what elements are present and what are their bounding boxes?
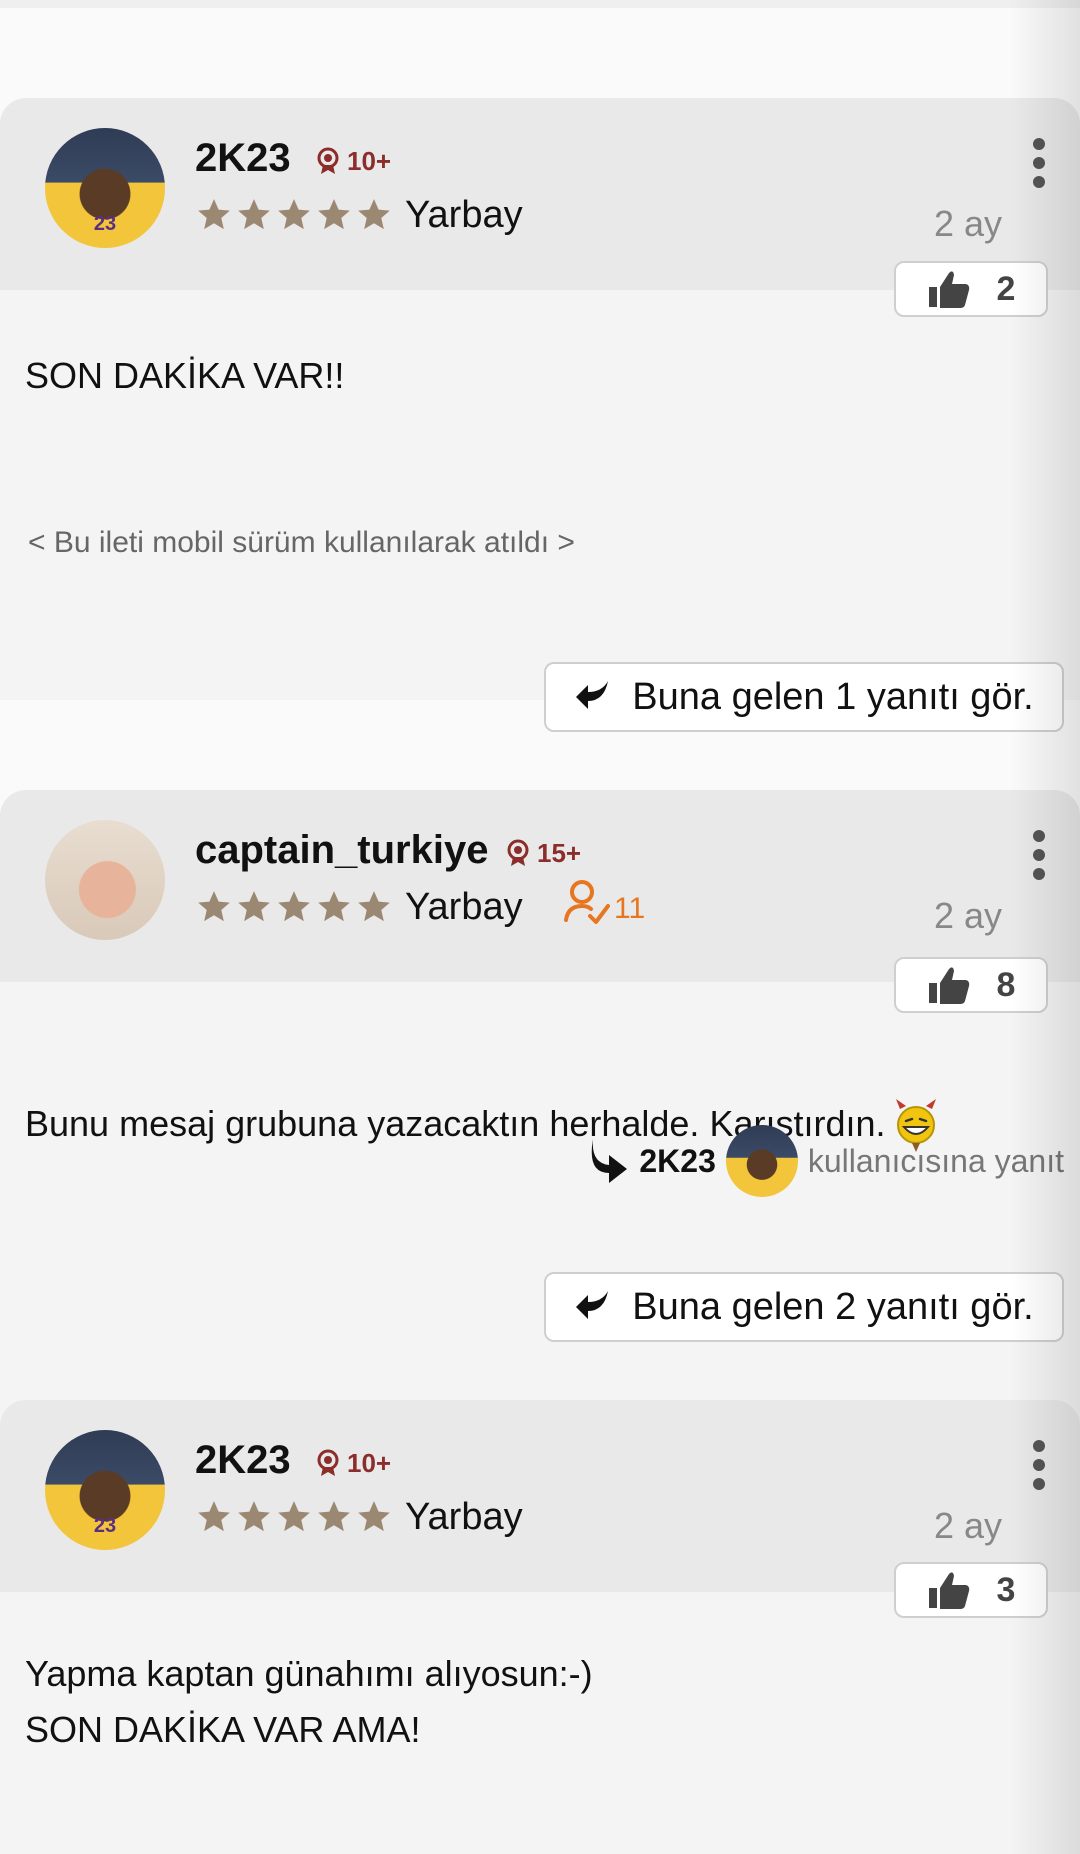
post-time: 2 ay xyxy=(933,1505,1002,1546)
post-message: Yapma kaptan günahımı alıyosun:-) SON DA… xyxy=(25,1653,593,1750)
star-icon xyxy=(358,1501,390,1532)
rank-stars xyxy=(195,888,393,926)
thumbs-up-icon xyxy=(928,967,969,1004)
like-button[interactable]: 3 xyxy=(894,1562,1048,1618)
star-icon xyxy=(238,1501,270,1532)
reply-arrow-icon xyxy=(576,1291,609,1319)
avatar-jersey-number: 23 xyxy=(93,1515,117,1537)
like-button[interactable]: 2 xyxy=(894,261,1048,317)
reply-to-indicator[interactable]: 2K23 kullanıcısına yanıt xyxy=(585,1125,1064,1197)
follower-count[interactable]: 11 xyxy=(562,878,645,926)
view-replies-button[interactable]: Buna gelen 2 yanıtı gör. xyxy=(544,1272,1064,1342)
username[interactable]: 2K23 xyxy=(195,136,291,181)
star-icon xyxy=(238,891,270,922)
post-card: 23 2K23 10+ Yarbay 2 ay 3 Yapma kaptan g… xyxy=(0,1400,1080,1854)
view-replies-button[interactable]: Buna gelen 1 yanıtı gör. xyxy=(544,662,1064,732)
rank-label: Yarbay xyxy=(405,194,523,236)
reply-to-username[interactable]: 2K23 xyxy=(639,1143,716,1180)
star-icon xyxy=(238,199,270,230)
avatar-jersey-number: 23 xyxy=(93,213,117,235)
star-icon xyxy=(278,891,310,922)
comments-page: 23 2K23 10+ Yarbay 2 ay 2 SON DAKİKA VAR… xyxy=(0,0,1080,1854)
star-icon xyxy=(318,199,350,230)
post-card: captain_turkiye 15+ Yarbay 11 2 ay 8 Bun… xyxy=(0,790,1080,1500)
username[interactable]: 2K23 xyxy=(195,1438,291,1483)
badge-text: 10+ xyxy=(347,145,392,176)
badge-count: 10+ xyxy=(315,146,391,176)
reply-arrow-icon xyxy=(576,681,609,709)
view-replies-label: Buna gelen 2 yanıtı gör. xyxy=(632,1285,1034,1328)
post-message: SON DAKİKA VAR!! xyxy=(25,355,345,396)
top-strip xyxy=(0,0,1080,8)
more-options-icon[interactable] xyxy=(1032,830,1046,880)
post-card: 23 2K23 10+ Yarbay 2 ay 2 SON DAKİKA VAR… xyxy=(0,98,1080,732)
more-options-icon[interactable] xyxy=(1032,138,1046,188)
star-icon xyxy=(278,199,310,230)
username[interactable]: captain_turkiye xyxy=(195,828,488,873)
award-icon xyxy=(317,147,339,174)
star-icon xyxy=(318,1501,350,1532)
star-icon xyxy=(198,1501,230,1532)
award-icon xyxy=(507,839,529,866)
star-icon xyxy=(278,1501,310,1532)
rank-stars xyxy=(195,1498,393,1536)
star-icon xyxy=(198,199,230,230)
follower-icon xyxy=(564,880,610,924)
more-options-icon[interactable] xyxy=(1032,1440,1046,1490)
avatar[interactable]: 23 xyxy=(45,1430,165,1550)
like-count: 3 xyxy=(996,1570,1016,1609)
award-icon xyxy=(317,1449,339,1476)
badge-text: 15+ xyxy=(537,837,582,868)
rank-label: Yarbay xyxy=(405,886,523,928)
reply-to-text: kullanıcısına yanıt xyxy=(807,1142,1064,1179)
thumbs-up-icon xyxy=(928,271,969,308)
star-icon xyxy=(358,199,390,230)
avatar[interactable]: 23 xyxy=(45,128,165,248)
star-icon xyxy=(198,891,230,922)
like-count: 2 xyxy=(996,269,1016,308)
badge-count: 10+ xyxy=(315,1448,391,1478)
star-icon xyxy=(358,891,390,922)
like-count: 8 xyxy=(996,965,1016,1004)
post-time: 2 ay xyxy=(933,203,1002,244)
rank-stars xyxy=(195,196,393,234)
follower-count-text: 11 xyxy=(614,892,646,925)
star-icon xyxy=(318,891,350,922)
mobile-note: < Bu ileti mobil sürüm kullanılarak atıl… xyxy=(28,526,575,559)
post-time: 2 ay xyxy=(933,895,1002,936)
view-replies-label: Buna gelen 1 yanıtı gör. xyxy=(632,675,1034,718)
like-button[interactable]: 8 xyxy=(894,957,1048,1013)
thumbs-up-icon xyxy=(928,1572,969,1609)
reply-to-avatar[interactable] xyxy=(725,1125,798,1197)
badge-count: 15+ xyxy=(505,838,581,868)
avatar[interactable] xyxy=(45,820,165,940)
badge-text: 10+ xyxy=(347,1447,392,1478)
rank-label: Yarbay xyxy=(405,1496,523,1538)
reply-forward-icon xyxy=(592,1139,628,1183)
